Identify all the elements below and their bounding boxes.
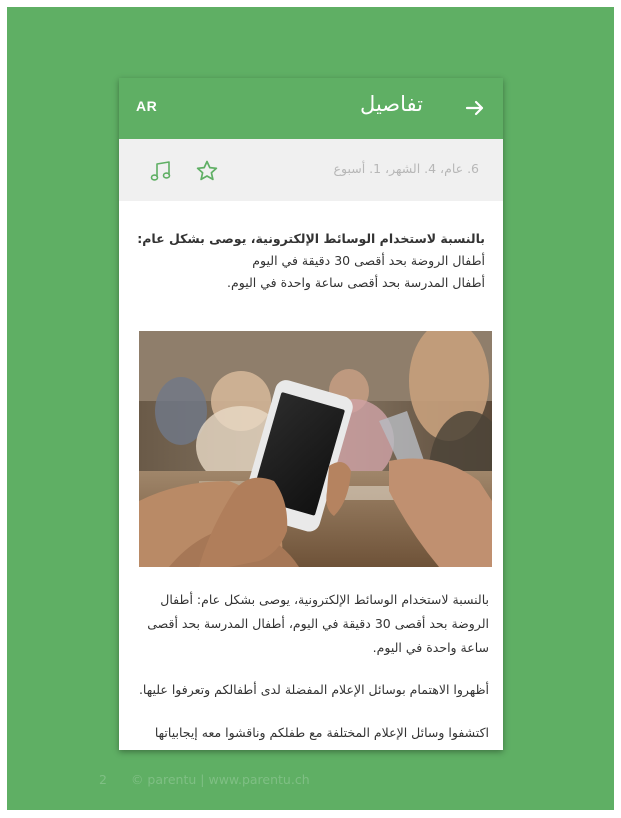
language-switch[interactable]: AR xyxy=(136,98,157,114)
arrow-right-icon[interactable] xyxy=(463,96,487,120)
music-note-icon[interactable] xyxy=(148,158,174,184)
footer-credit: © parentu | www.parentu.ch xyxy=(130,772,310,787)
app-bar: AR تفاصيل xyxy=(119,78,503,139)
paragraph: أظهروا الاهتمام بوسائل الإعلام المفضلة ل… xyxy=(138,682,489,697)
page-number: 2 xyxy=(99,772,107,787)
age-label: 6. عام، 4. الشهر، 1. أسبوع xyxy=(333,161,479,176)
star-outline-icon[interactable] xyxy=(195,159,219,183)
article-photo xyxy=(139,331,492,567)
slide-background: AR تفاصيل 6. عام، 4. الشهر، 1. أسبوع بال… xyxy=(7,7,614,810)
intro-line: أطفال المدرسة بحد أقصى ساعة واحدة في الي… xyxy=(227,275,485,290)
intro-block: بالنسبة لاستخدام الوسائط الإلكترونية، يو… xyxy=(135,228,485,294)
phone-screen: AR تفاصيل 6. عام، 4. الشهر، 1. أسبوع بال… xyxy=(119,78,503,750)
meta-bar: 6. عام، 4. الشهر، 1. أسبوع xyxy=(119,139,503,201)
page-title: تفاصيل xyxy=(360,92,423,116)
intro-heading: بالنسبة لاستخدام الوسائط الإلكترونية، يو… xyxy=(137,231,485,246)
footer: 2 © parentu | www.parentu.ch xyxy=(99,772,310,787)
paragraph: بالنسبة لاستخدام الوسائط الإلكترونية، يو… xyxy=(147,592,489,655)
paragraph: اكتشفوا وسائل الإعلام المختلفة مع طفلكم … xyxy=(154,725,489,740)
intro-line: أطفال الروضة بحد أقصى 30 دقيقة في اليوم xyxy=(252,253,485,268)
